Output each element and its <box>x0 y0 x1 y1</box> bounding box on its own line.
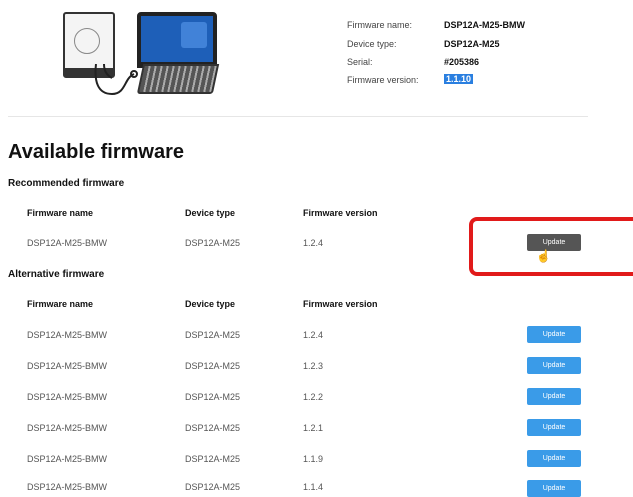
alt-row-version: 1.2.4 <box>303 330 324 340</box>
alt-row-version: 1.2.2 <box>303 392 324 402</box>
alternative-firmware-title: Alternative firmware <box>8 269 105 280</box>
alt-row-name: DSP12A-M25-BMW <box>27 361 108 371</box>
usb-cable-icon <box>94 64 138 96</box>
alt-row-name: DSP12A-M25-BMW <box>27 392 108 402</box>
alt-row-name: DSP12A-M25-BMW <box>27 330 108 340</box>
alt-column-header-device-type: Device type <box>185 299 236 309</box>
alt-row-type: DSP12A-M25 <box>185 423 241 433</box>
divider <box>8 116 588 117</box>
firmware-version-value: 1.1.10 <box>444 74 474 84</box>
device-type-value: DSP12A-M25 <box>444 39 500 49</box>
alt-row-name: DSP12A-M25-BMW <box>27 423 108 433</box>
alt-row-type: DSP12A-M25 <box>185 330 241 340</box>
serial-label: Serial: <box>347 57 373 67</box>
firmware-name-value: DSP12A-M25-BMW <box>444 20 526 30</box>
alt-row-version: 1.1.9 <box>303 454 324 464</box>
alt-update-button[interactable]: Update <box>527 480 581 497</box>
recommended-row-type: DSP12A-M25 <box>185 238 241 248</box>
alt-row-type: DSP12A-M25 <box>185 392 241 402</box>
device-type-label: Device type: <box>347 39 397 49</box>
laptop-keyboard <box>136 64 220 94</box>
alt-update-button[interactable]: Update <box>527 357 581 374</box>
firmware-name-label: Firmware name: <box>347 20 413 30</box>
column-header-firmware-version: Firmware version <box>303 208 378 218</box>
alt-row-version: 1.2.3 <box>303 361 324 371</box>
alt-row-version: 1.1.4 <box>303 482 324 492</box>
page-title: Available firmware <box>8 141 185 163</box>
recommended-row-name: DSP12A-M25-BMW <box>27 238 108 248</box>
column-header-firmware-name: Firmware name <box>27 208 94 218</box>
alt-update-button[interactable]: Update <box>527 450 581 467</box>
column-header-device-type: Device type <box>185 208 236 218</box>
alt-update-button[interactable]: Update <box>527 419 581 436</box>
alt-update-button[interactable]: Update <box>527 388 581 405</box>
alt-row-type: DSP12A-M25 <box>185 454 241 464</box>
alt-row-name: DSP12A-M25-BMW <box>27 482 108 492</box>
recommended-firmware-title: Recommended firmware <box>8 178 125 189</box>
recommended-row-version: 1.2.4 <box>303 238 324 248</box>
laptop-icon <box>137 12 217 68</box>
serial-value: #205386 <box>444 57 480 67</box>
dsp-device-icon <box>63 12 115 78</box>
alt-update-button[interactable]: Update <box>527 326 581 343</box>
alt-column-header-firmware-name: Firmware name <box>27 299 94 309</box>
alt-column-header-firmware-version: Firmware version <box>303 299 378 309</box>
alt-row-type: DSP12A-M25 <box>185 482 241 492</box>
alt-row-version: 1.2.1 <box>303 423 324 433</box>
firmware-version-label: Firmware version: <box>347 75 419 85</box>
alt-row-name: DSP12A-M25-BMW <box>27 454 108 464</box>
alt-row-type: DSP12A-M25 <box>185 361 241 371</box>
hand-cursor-icon: ☝ <box>536 249 551 263</box>
highlight-annotation <box>469 217 633 276</box>
